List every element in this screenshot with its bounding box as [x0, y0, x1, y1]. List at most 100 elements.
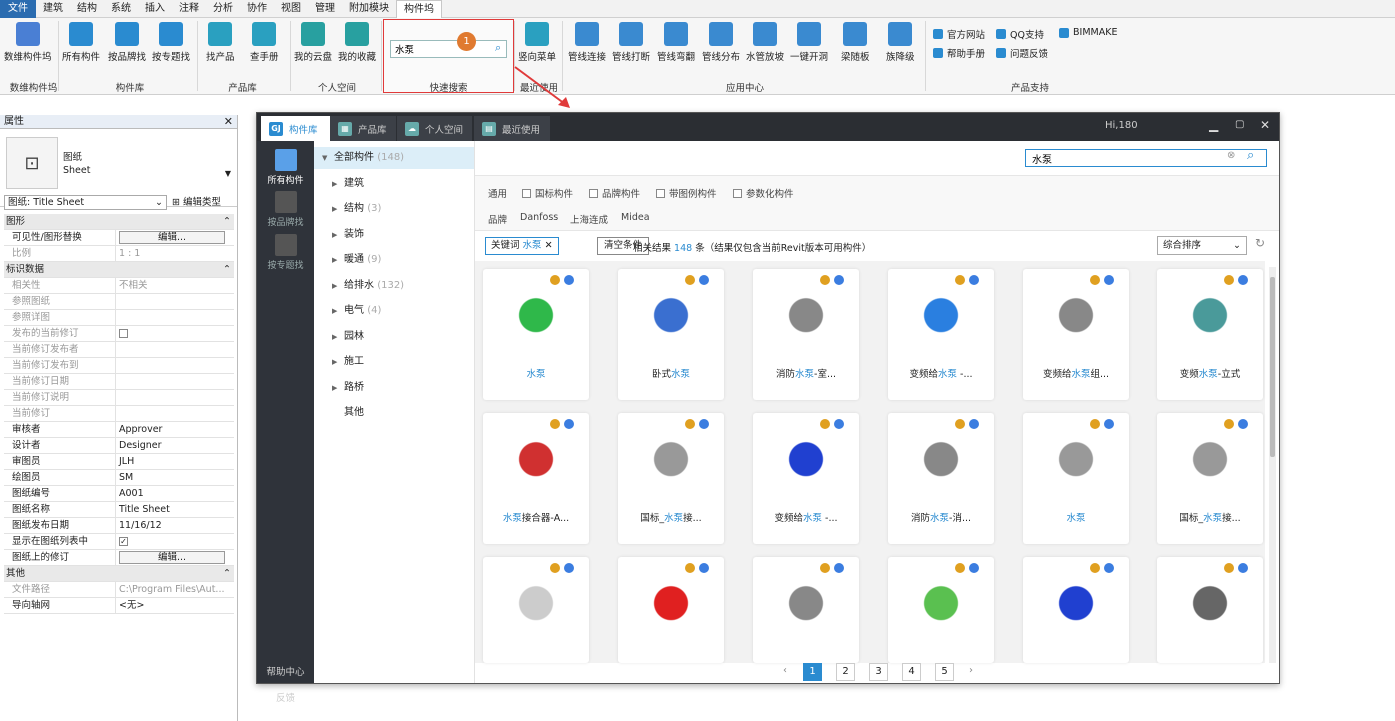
tree-node[interactable]: 其他 [314, 402, 474, 424]
menu-item[interactable]: 附加模块 [342, 0, 396, 18]
close-icon[interactable]: ✕ [1260, 118, 1270, 132]
ribbon-button[interactable]: 按品牌找 [108, 22, 146, 63]
close-icon[interactable]: ✕ [545, 240, 553, 251]
checkbox[interactable] [656, 188, 665, 198]
prev-page-icon[interactable]: ‹ [783, 665, 787, 676]
component-card[interactable]: 变频给水泵 -... [753, 413, 859, 544]
chevron-right-icon[interactable]: ▶ [332, 173, 344, 195]
filter-parametric[interactable]: 参数化构件 [733, 186, 794, 200]
component-card[interactable] [1023, 557, 1129, 663]
ribbon-button[interactable]: 水管放坡 [746, 22, 784, 63]
property-value[interactable]: 1 : 1 [116, 246, 234, 261]
sidebar-item-topic[interactable]: 按专题找 [257, 234, 314, 271]
keyword-chip[interactable]: 关键词 水泵 ✕ [485, 237, 559, 255]
tree-node[interactable]: ▶ 装饰 [314, 224, 474, 246]
tab-recent[interactable]: ▤ 最近使用 [474, 116, 550, 141]
quick-search-input[interactable] [390, 40, 507, 58]
property-value[interactable] [116, 294, 234, 309]
maximize-icon[interactable]: ▢ [1235, 119, 1244, 130]
close-icon[interactable]: ✕ [224, 115, 233, 129]
scrollbar[interactable] [1269, 267, 1276, 663]
tree-node[interactable]: ▶ 结构 (3) [314, 198, 474, 220]
feedback-link[interactable]: 反馈 [257, 690, 314, 704]
tab-component-library[interactable]: GJ 构件库 [261, 116, 330, 141]
brand-liancheng[interactable]: 上海连成 [570, 212, 608, 226]
component-card[interactable]: 变频水泵-立式 [1157, 269, 1263, 400]
property-value[interactable]: Title Sheet [116, 502, 234, 517]
tab-product-library[interactable]: ▦ 产品库 [330, 116, 396, 141]
component-card[interactable] [618, 557, 724, 663]
brand-midea[interactable]: Midea [621, 212, 650, 223]
property-value[interactable] [116, 406, 234, 421]
ribbon-button[interactable]: 按专题找 [152, 22, 190, 63]
menu-item[interactable]: 视图 [274, 0, 308, 18]
ribbon-button[interactable]: 管线连接 [568, 22, 606, 63]
tab-personal-space[interactable]: ☁ 个人空间 [397, 116, 472, 141]
component-card[interactable]: 消防水泵-消... [888, 413, 994, 544]
checkbox[interactable] [119, 329, 128, 338]
ribbon-button[interactable]: 梁随板 [841, 22, 870, 63]
checkbox[interactable]: ✓ [119, 537, 128, 546]
official-site-link[interactable]: 官方网站 [933, 27, 985, 41]
property-value[interactable] [116, 374, 234, 389]
property-value[interactable] [116, 390, 234, 405]
sidebar-item-brand[interactable]: 按品牌找 [257, 191, 314, 228]
component-card[interactable]: 水泵 [483, 269, 589, 400]
chevron-right-icon[interactable]: ▶ [332, 326, 344, 348]
property-value[interactable]: A001 [116, 486, 234, 501]
page-button[interactable]: 3 [869, 663, 888, 681]
chevron-right-icon[interactable]: ▶ [332, 198, 344, 220]
property-value[interactable]: ✓ [116, 534, 234, 549]
refresh-icon[interactable]: ↻ [1255, 236, 1265, 250]
property-section[interactable]: 其他 ⌃ [4, 566, 234, 582]
page-button[interactable]: 5 [935, 663, 954, 681]
ribbon-button[interactable]: 查手册 [250, 22, 279, 63]
menu-item[interactable]: 系统 [104, 0, 138, 18]
component-card[interactable]: 水泵 [1023, 413, 1129, 544]
property-value[interactable]: JLH [116, 454, 234, 469]
ribbon-button[interactable]: 管线弯翻 [657, 22, 695, 63]
sort-select[interactable]: 综合排序 ⌄ [1157, 236, 1247, 255]
clear-icon[interactable]: ⊗ [1227, 150, 1235, 161]
menu-item[interactable]: 结构 [70, 0, 104, 18]
menu-item[interactable]: 建筑 [36, 0, 70, 18]
brand-danfoss[interactable]: Danfoss [520, 212, 558, 223]
ribbon-button[interactable]: 所有构件 [62, 22, 100, 63]
property-value[interactable]: Approver [116, 422, 234, 437]
ribbon-button[interactable]: 管线分布 [702, 22, 740, 63]
property-section[interactable]: 图形 ⌃ [4, 214, 234, 230]
component-card[interactable]: 消防水泵-室... [753, 269, 859, 400]
tree-node[interactable]: ▶ 路桥 [314, 377, 474, 399]
tree-node[interactable]: ▶ 电气 (4) [314, 300, 474, 322]
tree-node[interactable]: ▶ 施工 [314, 351, 474, 373]
edit-button[interactable]: 编辑... [119, 551, 225, 564]
edit-button[interactable]: 编辑... [119, 231, 225, 244]
menu-item[interactable]: 注释 [172, 0, 206, 18]
filter-national[interactable]: 国标构件 [522, 186, 573, 200]
menu-item[interactable]: 协作 [240, 0, 274, 18]
chevron-down-icon[interactable]: ▼ [322, 147, 334, 169]
tree-node[interactable]: ▶ 暖通 (9) [314, 249, 474, 271]
component-card[interactable]: 国标_水泵接... [1157, 413, 1263, 544]
minimize-icon[interactable]: ▁ [1209, 118, 1218, 132]
tree-node[interactable]: ▶ 园林 [314, 326, 474, 348]
menu-item[interactable]: 插入 [138, 0, 172, 18]
property-value[interactable]: 11/16/12 [116, 518, 234, 533]
ribbon-button[interactable]: 竖向菜单 [518, 22, 556, 63]
chevron-right-icon[interactable]: ▶ [332, 275, 344, 297]
ribbon-button[interactable]: 我的云盘 [294, 22, 332, 63]
property-value[interactable] [116, 358, 234, 373]
ribbon-button[interactable]: 找产品 [206, 22, 235, 63]
component-card[interactable]: 变频给水泵组... [1023, 269, 1129, 400]
chevron-right-icon[interactable]: ▶ [332, 351, 344, 373]
ribbon-button[interactable]: 管线打断 [612, 22, 650, 63]
checkbox[interactable] [589, 188, 598, 198]
tree-node[interactable]: ▶ 给排水 (132) [314, 275, 474, 297]
component-card[interactable]: 水泵接合器-A... [483, 413, 589, 544]
filter-brand[interactable]: 品牌构件 [589, 186, 640, 200]
checkbox[interactable] [733, 188, 742, 198]
ribbon-button[interactable]: 数维构件坞 [4, 22, 52, 63]
edit-type-button[interactable]: ⊞ 编辑类型 [172, 195, 221, 210]
ribbon-button[interactable]: 我的收藏 [338, 22, 376, 63]
property-value[interactable]: SM [116, 470, 234, 485]
